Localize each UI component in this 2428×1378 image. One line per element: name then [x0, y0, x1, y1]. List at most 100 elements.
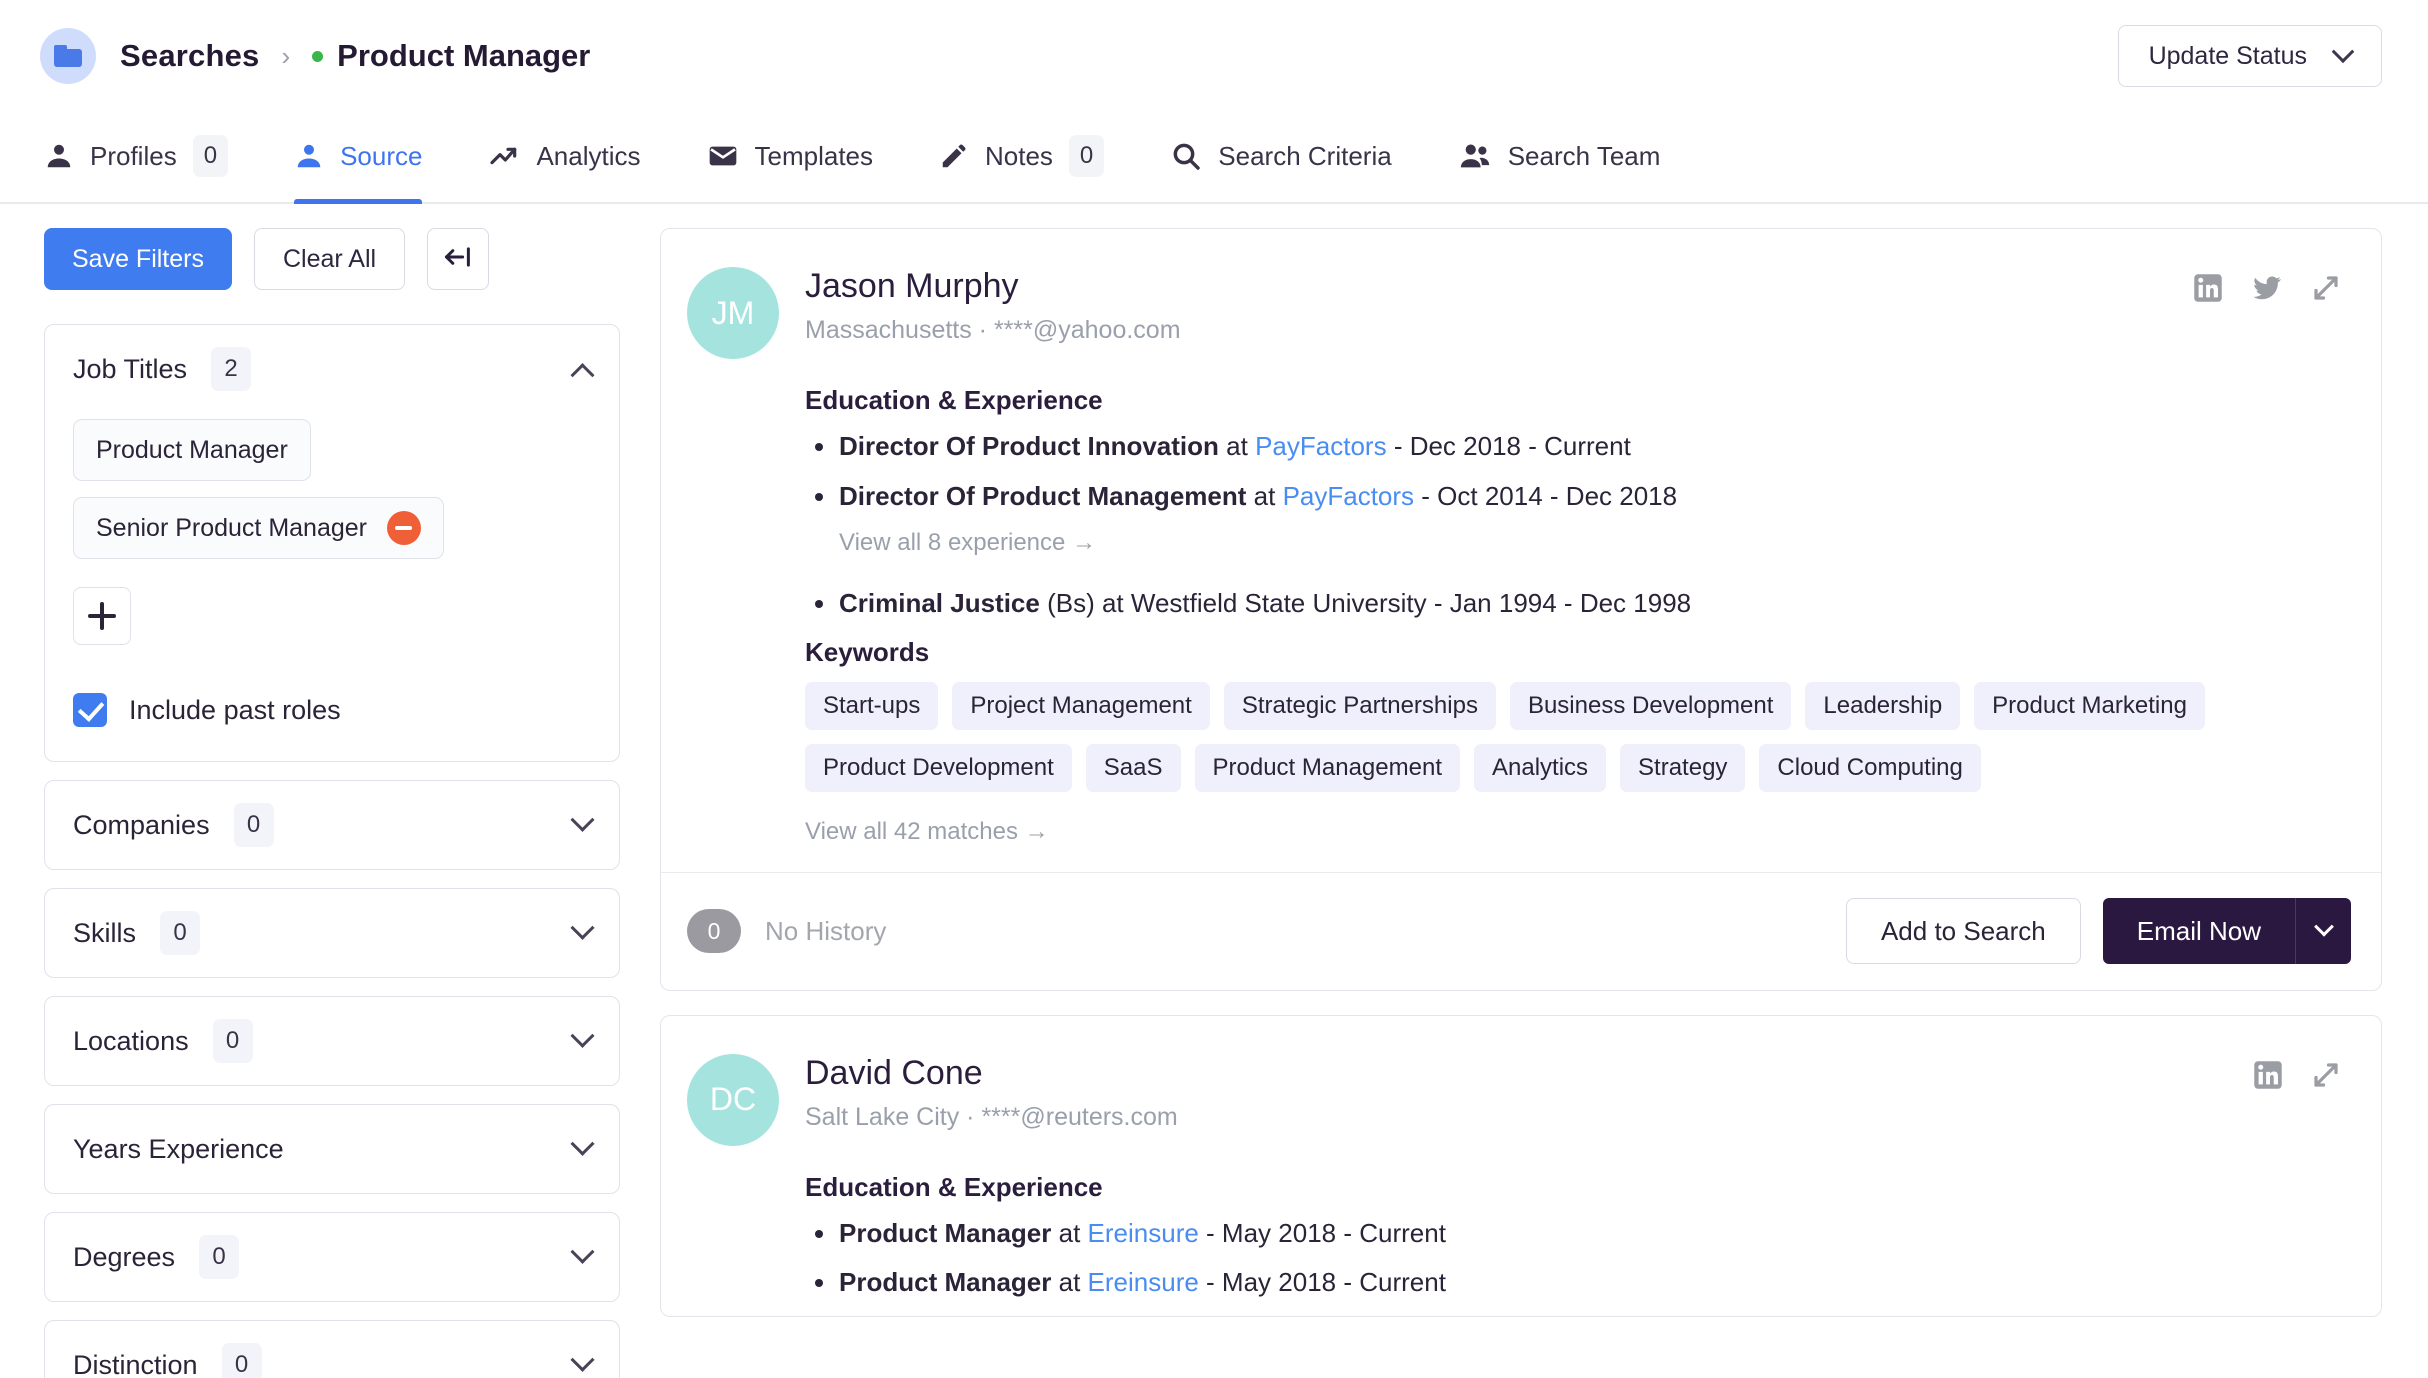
keyword-tag[interactable]: Product Marketing — [1974, 681, 2205, 730]
filter-skills-header[interactable]: Skills 0 — [45, 889, 619, 977]
twitter-icon[interactable] — [2251, 273, 2283, 303]
email-now-button[interactable]: Email Now — [2102, 898, 2295, 964]
filter-companies-header[interactable]: Companies 0 — [45, 781, 619, 869]
filters-sidebar: Save Filters Clear All Job Titles 2 Prod… — [0, 228, 660, 1378]
add-to-search-button[interactable]: Add to Search — [1845, 898, 2081, 964]
tab-notes-count: 0 — [1068, 135, 1105, 177]
avatar: DC — [687, 1053, 779, 1146]
experience-company[interactable]: Ereinsure — [1088, 1267, 1199, 1297]
profile-card: JM Jason Murphy Massachusetts · ****@yah… — [660, 228, 2382, 991]
keyword-tag[interactable]: Analytics — [1473, 743, 1607, 792]
keyword-tag[interactable]: Product Management — [1194, 743, 1460, 792]
chevron-down-icon — [2331, 40, 2355, 64]
include-past-roles-checkbox[interactable]: Include past roles — [73, 693, 591, 727]
breadcrumb-current: Product Manager — [337, 38, 591, 73]
filter-skills-count: 0 — [160, 911, 201, 955]
filter-skills: Skills 0 — [44, 888, 620, 978]
update-status-button[interactable]: Update Status — [2117, 25, 2382, 87]
education-list: Criminal Justice (Bs) at Westfield State… — [805, 587, 2341, 620]
tab-search-criteria[interactable]: Search Criteria — [1170, 110, 1425, 202]
profile-card-icons — [2253, 1054, 2341, 1090]
filter-degrees-header[interactable]: Degrees 0 — [45, 1213, 619, 1301]
filter-job-titles-count: 2 — [211, 347, 252, 391]
job-title-chip[interactable]: Senior Product Manager — [73, 497, 444, 559]
experience-dates: - Dec 2018 - Current — [1393, 431, 1631, 461]
keyword-tag[interactable]: Strategic Partnerships — [1223, 681, 1496, 730]
keyword-tag[interactable]: Leadership — [1805, 681, 1961, 730]
chevron-down-icon — [570, 915, 595, 940]
tab-analytics-label: Analytics — [536, 140, 641, 171]
chevron-down-icon — [570, 1347, 595, 1372]
filter-degrees-count: 0 — [199, 1235, 240, 1279]
tab-analytics[interactable]: Analytics — [488, 110, 674, 202]
keyword-tag[interactable]: SaaS — [1085, 743, 1181, 792]
job-title-chip-label: Senior Product Manager — [96, 513, 367, 542]
linkedin-icon[interactable] — [2253, 1060, 2283, 1090]
save-filters-button[interactable]: Save Filters — [44, 228, 232, 290]
experience-title: Director Of Product Management — [839, 480, 1247, 511]
keyword-tag[interactable]: Project Management — [952, 681, 1210, 730]
remove-chip-icon[interactable] — [386, 511, 421, 545]
tab-templates-label: Templates — [754, 140, 874, 171]
tab-search-criteria-label: Search Criteria — [1218, 140, 1392, 171]
keyword-tag[interactable]: Business Development — [1509, 681, 1792, 730]
keyword-tag[interactable]: Start-ups — [805, 681, 939, 730]
tab-profiles[interactable]: Profiles 0 — [44, 110, 262, 202]
breadcrumb: Searches › Product Manager — [40, 28, 590, 84]
add-job-title-button[interactable] — [73, 587, 131, 645]
filter-companies: Companies 0 — [44, 780, 620, 870]
results-list: JM Jason Murphy Massachusetts · ****@yah… — [660, 228, 2428, 1376]
tab-templates[interactable]: Templates — [707, 110, 908, 202]
email-now-dropdown-button[interactable] — [2295, 898, 2351, 964]
experience-company[interactable]: PayFactors — [1283, 481, 1415, 511]
people-icon — [1458, 139, 1492, 173]
profile-card: DC David Cone Salt Lake City · ****@reut… — [660, 1014, 2382, 1317]
keyword-tag[interactable]: Strategy — [1620, 743, 1746, 792]
tab-search-team-label: Search Team — [1507, 140, 1661, 171]
keyword-tags: Start-ups Project Management Strategic P… — [805, 681, 2341, 792]
keyword-tag[interactable]: Product Development — [805, 743, 1072, 792]
experience-at: at — [1226, 431, 1248, 461]
expand-icon[interactable] — [2311, 273, 2341, 303]
keyword-tag[interactable]: Cloud Computing — [1759, 743, 1981, 792]
tab-source[interactable]: Source — [294, 110, 456, 204]
job-title-chip[interactable]: Product Manager — [73, 419, 311, 481]
trend-up-icon — [488, 140, 520, 172]
filter-locations-count: 0 — [212, 1019, 253, 1063]
update-status-label: Update Status — [2148, 41, 2307, 70]
experience-company[interactable]: PayFactors — [1255, 431, 1387, 461]
breadcrumb-searches[interactable]: Searches — [120, 38, 259, 74]
chevron-down-icon — [570, 1023, 595, 1048]
experience-title: Product Manager — [839, 1267, 1052, 1297]
filter-distinction-header[interactable]: Distinction 0 — [45, 1321, 619, 1378]
expand-icon[interactable] — [2311, 1060, 2341, 1090]
profile-name[interactable]: David Cone — [805, 1054, 1178, 1093]
tab-profiles-count: 0 — [192, 135, 229, 177]
education-title: Criminal Justice — [839, 588, 1040, 618]
profile-name[interactable]: Jason Murphy — [805, 267, 1181, 306]
tab-notes[interactable]: Notes 0 — [939, 110, 1138, 202]
experience-item: Product Manager at Ereinsure - May 2018 … — [805, 1266, 2341, 1299]
experience-item: Director Of Product Management at PayFac… — [805, 480, 2341, 513]
collapse-left-icon — [443, 244, 473, 275]
collapse-sidebar-button[interactable] — [427, 228, 490, 290]
job-title-chip-label: Product Manager — [96, 435, 288, 464]
filter-job-titles-label: Job Titles — [73, 353, 188, 384]
experience-company[interactable]: Ereinsure — [1088, 1218, 1199, 1248]
experience-at: at — [1058, 1217, 1081, 1248]
filter-degrees-label: Degrees — [73, 1241, 176, 1272]
filter-job-titles-header[interactable]: Job Titles 2 — [45, 325, 619, 413]
filter-job-titles-body: Product Manager Senior Product Manager I… — [45, 413, 619, 761]
tab-search-team[interactable]: Search Team — [1458, 110, 1695, 202]
view-all-experience-link[interactable]: View all 8 experience → — [839, 529, 2341, 557]
filter-years-experience: Years Experience — [44, 1104, 620, 1194]
view-all-matches-link[interactable]: View all 42 matches → — [805, 818, 2341, 846]
chevron-up-icon — [570, 362, 595, 387]
filter-locations-header[interactable]: Locations 0 — [45, 997, 619, 1085]
status-dot-icon — [312, 50, 324, 62]
envelope-icon — [707, 140, 739, 172]
linkedin-icon[interactable] — [2193, 273, 2223, 303]
clear-all-button[interactable]: Clear All — [253, 228, 406, 290]
section-title-education-experience: Education & Experience — [805, 385, 1103, 415]
filter-years-experience-header[interactable]: Years Experience — [45, 1105, 619, 1193]
